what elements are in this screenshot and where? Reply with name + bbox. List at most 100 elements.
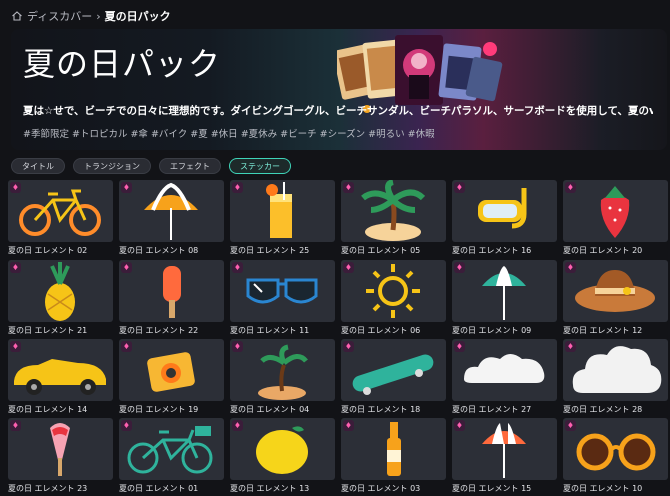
- sticker-card[interactable]: ♦ 夏の日 エレメント 14: [8, 339, 113, 415]
- cloud-big-icon: [572, 346, 662, 393]
- sticker-label: 夏の日 エレメント 05: [341, 246, 421, 255]
- sticker-thumbnail[interactable]: ♦: [452, 260, 557, 322]
- sticker-thumbnail[interactable]: ♦: [8, 339, 113, 401]
- sticker-card[interactable]: ♦ 夏の日 エレメント 18: [341, 339, 446, 415]
- bicycle-icon: [19, 189, 101, 236]
- sticker-card[interactable]: ♦ 夏の日 エレメント 19: [119, 339, 224, 415]
- sticker-card[interactable]: ♦ 夏の日 エレメント 21: [8, 260, 113, 336]
- sticker-thumbnail[interactable]: ♦: [119, 260, 224, 322]
- sticker-label: 夏の日 エレメント 20: [563, 246, 643, 255]
- sticker-thumbnail[interactable]: ♦: [341, 339, 446, 401]
- sticker-card[interactable]: ♦ 夏の日 エレメント 22: [119, 260, 224, 336]
- sticker-card[interactable]: ♦ 夏の日 エレメント 16: [452, 180, 557, 256]
- sticker-card[interactable]: ♦ 夏の日 エレメント 11: [230, 260, 335, 336]
- sticker-label: 夏の日 エレメント 27: [452, 405, 532, 414]
- striped-umbrella-icon: [482, 423, 526, 478]
- lemon-icon: [256, 426, 308, 474]
- sticker-label: 夏の日 エレメント 02: [8, 246, 88, 255]
- sticker-card[interactable]: ♦ 夏の日 エレメント 23: [8, 418, 113, 494]
- premium-gem-icon: ♦: [232, 182, 243, 193]
- sticker-card[interactable]: ♦ 夏の日 エレメント 12: [563, 260, 668, 336]
- premium-gem-icon: ♦: [10, 341, 21, 352]
- sticker-label: 夏の日 エレメント 14: [8, 405, 88, 414]
- premium-gem-icon: ♦: [454, 262, 465, 273]
- sticker-thumbnail[interactable]: ♦: [341, 260, 446, 322]
- sticker-card[interactable]: ♦ 夏の日 エレメント 15: [452, 418, 557, 494]
- tab-title[interactable]: タイトル: [11, 158, 65, 174]
- premium-gem-icon: ♦: [121, 182, 132, 193]
- sticker-thumbnail[interactable]: ♦: [563, 260, 668, 322]
- sticker-label: 夏の日 エレメント 01: [119, 484, 199, 493]
- pack-description: 夏は☆せで、ビーチでの日々に理想的です。ダイビングゴーグル、ビーチサンダル、ビー…: [23, 105, 653, 117]
- sticker-label: 夏の日 エレメント 21: [8, 326, 88, 335]
- breadcrumb-separator: ›: [96, 9, 101, 23]
- sticker-card[interactable]: ♦ 夏の日 エレメント 08: [119, 180, 224, 256]
- sticker-card[interactable]: ♦ 夏の日 エレメント 06: [341, 260, 446, 336]
- sticker-thumbnail[interactable]: ♦: [230, 418, 335, 480]
- sticker-label: 夏の日 エレメント 12: [563, 326, 643, 335]
- category-tabs: タイトル トランジション エフェクト ステッカー: [11, 158, 291, 174]
- premium-gem-icon: ♦: [565, 341, 576, 352]
- sticker-card[interactable]: ♦ 夏の日 エレメント 05: [341, 180, 446, 256]
- home-icon[interactable]: [11, 10, 23, 22]
- sunglasses-icon: [246, 278, 318, 304]
- popsicle-icon: [163, 266, 181, 318]
- sticker-label: 夏の日 エレメント 09: [452, 326, 532, 335]
- juice-glass-icon: [266, 182, 292, 238]
- sticker-thumbnail[interactable]: ♦: [119, 339, 224, 401]
- sticker-card[interactable]: ♦ 夏の日 エレメント 03: [341, 418, 446, 494]
- sticker-thumbnail[interactable]: ♦: [452, 339, 557, 401]
- premium-gem-icon: ♦: [454, 182, 465, 193]
- premium-gem-icon: ♦: [232, 341, 243, 352]
- sticker-thumbnail[interactable]: ♦: [230, 260, 335, 322]
- sticker-card[interactable]: ♦ 夏の日 エレメント 20: [563, 180, 668, 256]
- sticker-thumbnail[interactable]: ♦: [230, 180, 335, 242]
- sticker-label: 夏の日 エレメント 10: [563, 484, 643, 493]
- sticker-label: 夏の日 エレメント 13: [230, 484, 310, 493]
- sticker-card[interactable]: ♦ 夏の日 エレメント 27: [452, 339, 557, 415]
- palm-island-icon: [361, 180, 426, 241]
- sticker-card[interactable]: ♦ 夏の日 エレメント 02: [8, 180, 113, 256]
- sticker-card[interactable]: ♦ 夏の日 エレメント 10: [563, 418, 668, 494]
- sticker-thumbnail[interactable]: ♦: [452, 180, 557, 242]
- sticker-thumbnail[interactable]: ♦: [119, 180, 224, 242]
- palm-island-small-icon: [258, 344, 308, 400]
- sticker-thumbnail[interactable]: ♦: [8, 180, 113, 242]
- strawberry-icon: [600, 186, 630, 238]
- sticker-card[interactable]: ♦ 夏の日 エレメント 25: [230, 180, 335, 256]
- sticker-thumbnail[interactable]: ♦: [563, 339, 668, 401]
- sticker-label: 夏の日 エレメント 25: [230, 246, 310, 255]
- breadcrumb-current: 夏の日パック: [104, 10, 171, 23]
- teal-umbrella-icon: [482, 266, 526, 320]
- tab-transition[interactable]: トランジション: [73, 158, 151, 174]
- teal-bicycle-icon: [127, 426, 213, 474]
- sticker-card[interactable]: ♦ 夏の日 エレメント 28: [563, 339, 668, 415]
- premium-gem-icon: ♦: [343, 341, 354, 352]
- sticker-card[interactable]: ♦ 夏の日 エレメント 01: [119, 418, 224, 494]
- sticker-thumbnail[interactable]: ♦: [341, 180, 446, 242]
- sticker-thumbnail[interactable]: ♦: [8, 260, 113, 322]
- beach-umbrella-icon: [144, 182, 198, 240]
- premium-gem-icon: ♦: [343, 262, 354, 273]
- sticker-thumbnail[interactable]: ♦: [563, 418, 668, 480]
- sticker-thumbnail[interactable]: ♦: [119, 418, 224, 480]
- pack-tags: #季節限定 #トロピカル #傘 #バイク #夏 #休日 #夏休み #ビーチ #シ…: [23, 129, 435, 140]
- premium-gem-icon: ♦: [565, 420, 576, 431]
- sticker-thumbnail[interactable]: ♦: [341, 418, 446, 480]
- sticker-card[interactable]: ♦ 夏の日 エレメント 09: [452, 260, 557, 336]
- breadcrumb: ディスカバー › 夏の日パック: [11, 7, 171, 25]
- sticker-thumbnail[interactable]: ♦: [563, 180, 668, 242]
- sticker-label: 夏の日 エレメント 28: [563, 405, 643, 414]
- sticker-thumbnail[interactable]: ♦: [8, 418, 113, 480]
- sticker-thumbnail[interactable]: ♦: [230, 339, 335, 401]
- premium-gem-icon: ♦: [232, 262, 243, 273]
- breadcrumb-discover[interactable]: ディスカバー: [27, 8, 92, 24]
- sticker-thumbnail[interactable]: ♦: [452, 418, 557, 480]
- premium-gem-icon: ♦: [10, 182, 21, 193]
- sticker-card[interactable]: ♦ 夏の日 エレメント 04: [230, 339, 335, 415]
- sticker-label: 夏の日 エレメント 22: [119, 326, 199, 335]
- snorkel-mask-icon: [478, 188, 527, 229]
- tab-effect[interactable]: エフェクト: [159, 158, 221, 174]
- tab-sticker[interactable]: ステッカー: [229, 158, 291, 174]
- sticker-card[interactable]: ♦ 夏の日 エレメント 13: [230, 418, 335, 494]
